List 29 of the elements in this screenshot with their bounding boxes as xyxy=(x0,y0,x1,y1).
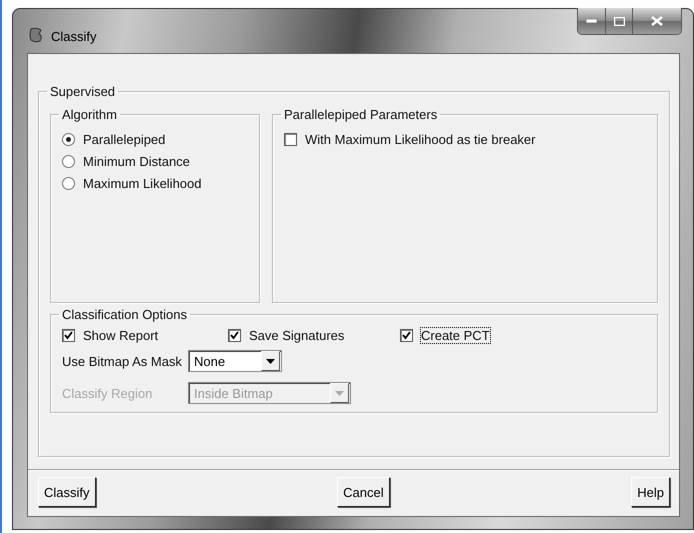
minimize-button[interactable] xyxy=(578,8,605,34)
caret-icon xyxy=(261,351,280,371)
checkbox-option[interactable]: Show Report xyxy=(62,324,228,346)
field-label: Classify Region xyxy=(62,386,154,400)
mask-dropdown[interactable]: None xyxy=(188,350,282,372)
window-title: Classify xyxy=(51,29,97,44)
cancel-button[interactable]: Cancel xyxy=(337,477,390,507)
maximize-icon xyxy=(614,16,624,26)
checkbox-option[interactable]: Save Signatures xyxy=(228,324,400,346)
group-title: Supervised xyxy=(49,84,116,99)
help-button[interactable]: Help xyxy=(631,477,670,507)
maximize-button[interactable] xyxy=(605,8,632,34)
group-title: Algorithm xyxy=(61,107,118,122)
radio-option[interactable]: Maximum Likelihood xyxy=(62,172,248,194)
field-label: Use Bitmap As Mask xyxy=(62,354,183,368)
minimize-icon xyxy=(586,19,597,23)
radio-option[interactable]: Parallelepiped xyxy=(62,128,248,150)
close-button[interactable] xyxy=(632,8,681,34)
checkbox-option[interactable]: Create PCT xyxy=(400,324,520,346)
close-icon xyxy=(651,16,663,26)
group-title: Classification Options xyxy=(61,307,188,322)
caret-icon xyxy=(330,383,349,403)
checkbox-option[interactable]: With Maximum Likelihood as tie breaker xyxy=(284,128,646,150)
radio-option[interactable]: Minimum Distance xyxy=(62,150,248,172)
checkmark-icon xyxy=(64,330,73,340)
checkmark-icon xyxy=(402,330,411,340)
group-title: Parallelepiped Parameters xyxy=(283,107,438,122)
classify-button[interactable]: Classify xyxy=(38,477,96,507)
checkmark-icon xyxy=(230,330,239,340)
